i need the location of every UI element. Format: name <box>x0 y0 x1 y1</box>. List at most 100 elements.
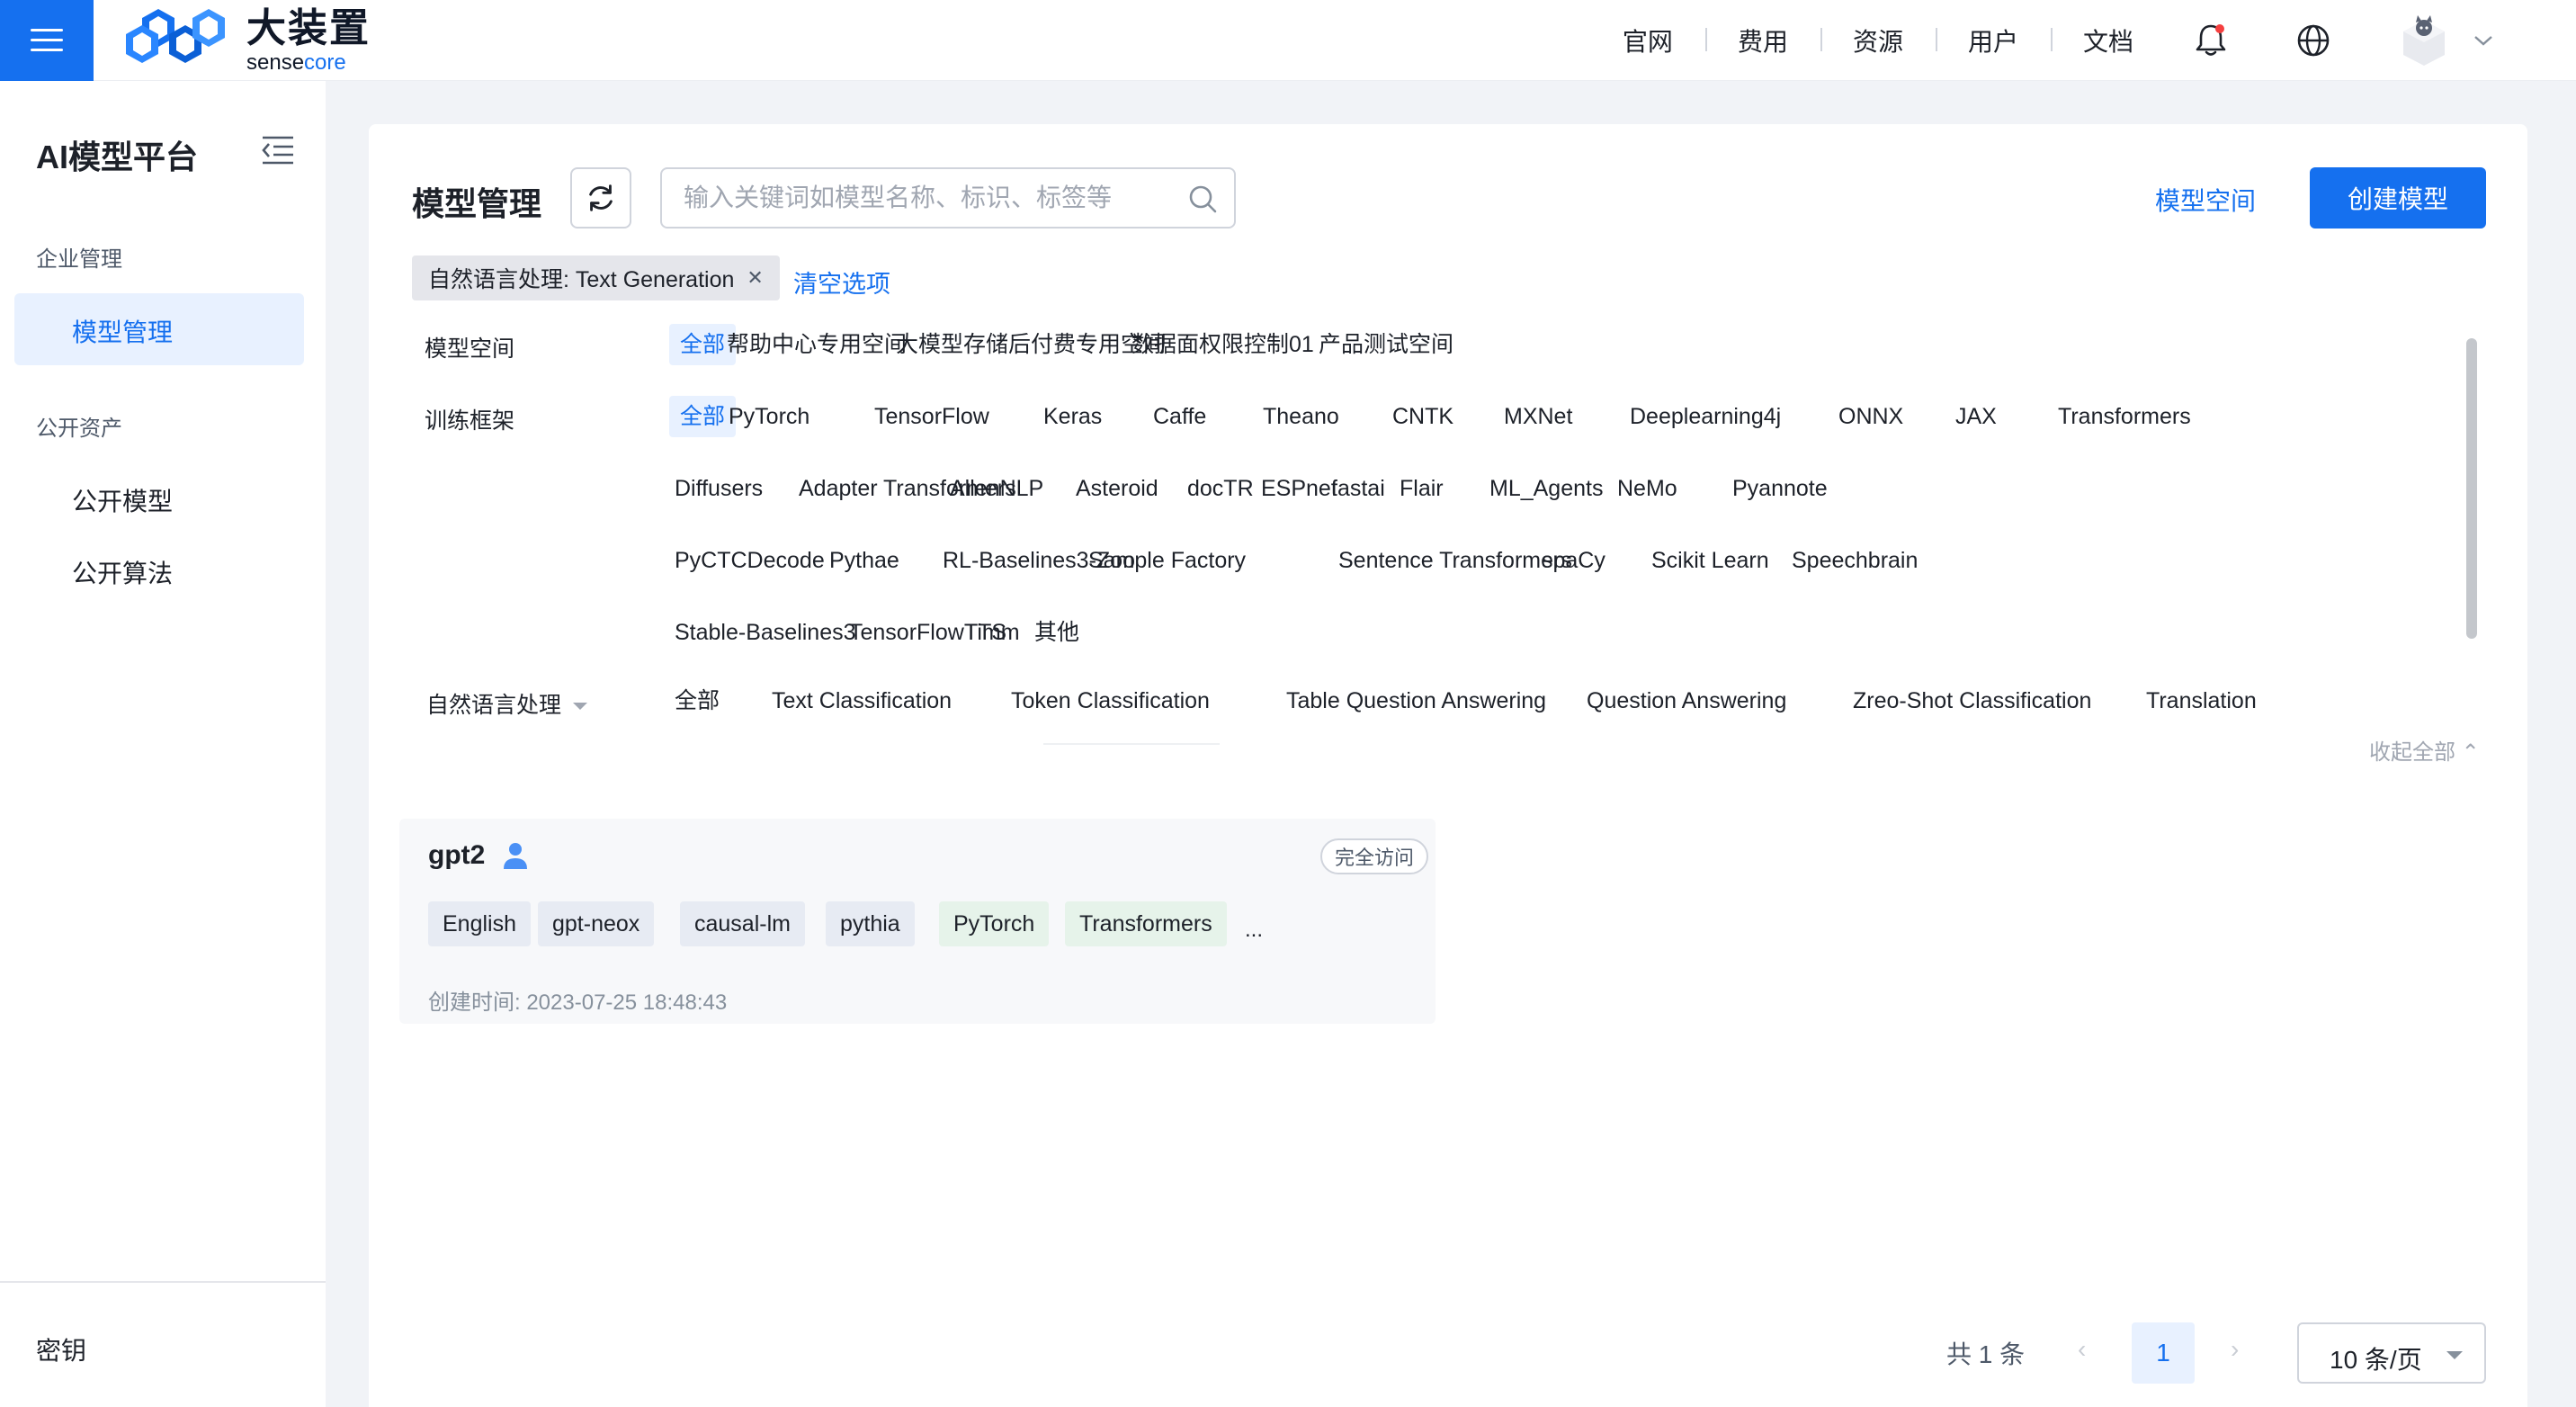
sidebar-item-label: 模型管理 <box>72 318 174 346</box>
sidebar-group-public: 公开资产 <box>36 417 122 441</box>
collapse-all-link[interactable]: 收起全部 ⌃ <box>2369 734 2480 766</box>
refresh-icon <box>589 184 613 211</box>
brand-name-en: sensecore <box>246 50 346 75</box>
model-tag: PyTorch <box>939 901 1050 946</box>
created-time: 创建时间: 2023-07-25 18:48:43 <box>428 990 728 1015</box>
filter-framework-all[interactable]: 全部 <box>669 396 737 437</box>
brand-name-cn: 大装置 <box>246 6 371 50</box>
nav-official-site[interactable]: 官网 <box>1590 22 1705 58</box>
model-tag: pythia <box>826 901 915 946</box>
pagination-prev-button[interactable]: ‹ <box>2078 1335 2086 1364</box>
filter-framework-item[interactable]: Diffusers <box>675 468 763 509</box>
main-panel: 模型管理 模型空间 创建模型 自然语言处理: Text Generation ✕… <box>369 124 2527 1407</box>
filter-space-item[interactable]: 产品测试空间 <box>1319 324 1453 365</box>
filter-framework-item[interactable]: Scikit Learn <box>1651 540 1769 581</box>
model-tag: English <box>428 901 531 946</box>
filter-label-nlp[interactable]: 自然语言处理 <box>426 687 587 720</box>
filter-nlp-item[interactable]: Question Answering <box>1587 680 1786 721</box>
filter-nlp-item[interactable]: Translation <box>2146 680 2257 721</box>
filter-framework-item[interactable]: Asteroid <box>1076 468 1158 509</box>
filter-nlp-item[interactable]: Zreo-Shot Classification <box>1853 680 2091 721</box>
sidebar-item-public-algorithms[interactable]: 公开算法 <box>72 554 173 590</box>
filter-framework-item[interactable]: fastai <box>1331 468 1385 509</box>
filter-framework-item[interactable]: Timm <box>964 612 1020 653</box>
filter-panel: 模型空间 全部 帮助中心专用空间 大模型存储后付费专用空间 数据面权限控制01 … <box>405 311 2486 747</box>
top-nav: 官网 费用 资源 用户 文档 <box>1590 0 2576 81</box>
filter-space-item[interactable]: 数据面权限控制01 <box>1131 324 1314 365</box>
top-bar: 大装置 sensecore 官网 费用 资源 用户 文档 <box>0 0 2576 81</box>
filter-framework-item[interactable]: PyTorch <box>729 396 809 437</box>
filter-scrollbar-thumb[interactable] <box>2466 338 2477 639</box>
filter-nlp-item[interactable]: Table Question Answering <box>1286 680 1546 721</box>
nav-docs[interactable]: 文档 <box>2050 22 2166 58</box>
pagination-total: 共 1 条 <box>1946 1340 2026 1368</box>
filter-framework-item[interactable]: Stable-Baselines3 <box>675 612 856 653</box>
create-model-button[interactable]: 创建模型 <box>2310 167 2486 229</box>
filter-framework-item[interactable]: Deeplearning4j <box>1630 396 1781 437</box>
filter-framework-item[interactable]: Caffe <box>1153 396 1206 437</box>
filter-space-item[interactable]: 帮助中心专用空间 <box>727 324 907 365</box>
search-icon[interactable] <box>1187 184 1218 214</box>
filter-framework-item[interactable]: JAX <box>1955 396 1997 437</box>
filter-nlp-all[interactable]: 全部 <box>675 680 720 721</box>
model-tag: causal-lm <box>680 901 805 946</box>
model-card[interactable]: gpt2 完全访问 English gpt-neox causal-lm pyt… <box>399 819 1436 1024</box>
collapse-sidebar-icon[interactable] <box>261 135 295 166</box>
pagination-next-button[interactable]: › <box>2231 1335 2239 1364</box>
filter-framework-item[interactable]: AllenNLP <box>950 468 1043 509</box>
page-size-select[interactable]: 10 条/页 <box>2297 1322 2486 1384</box>
clear-filters-link[interactable]: 清空选项 <box>793 264 890 300</box>
sidebar-item-keys[interactable]: 密钥 <box>36 1331 86 1367</box>
filter-framework-item[interactable]: Pyannote <box>1732 468 1828 509</box>
sidebar-item-model-management[interactable]: 模型管理 <box>14 293 304 365</box>
filter-framework-item[interactable]: NeMo <box>1617 468 1677 509</box>
model-tag: gpt-neox <box>538 901 655 946</box>
filter-framework-item[interactable]: Pythae <box>829 540 899 581</box>
filter-framework-item[interactable]: Flair <box>1400 468 1444 509</box>
filter-framework-item[interactable]: Keras <box>1043 396 1102 437</box>
search-input[interactable] <box>662 169 1166 227</box>
filter-framework-item[interactable]: ML_Agents <box>1489 468 1603 509</box>
model-space-link[interactable]: 模型空间 <box>2155 182 2256 218</box>
pagination-page-1[interactable]: 1 <box>2132 1322 2195 1384</box>
brand-logo[interactable]: 大装置 sensecore <box>122 5 371 77</box>
nav-users[interactable]: 用户 <box>1935 22 2051 58</box>
person-icon <box>504 843 527 869</box>
filter-nlp-item[interactable]: Token Classification <box>1011 680 1210 721</box>
nav-resources[interactable]: 资源 <box>1820 22 1936 58</box>
model-name[interactable]: gpt2 <box>428 840 485 871</box>
filter-space-item[interactable]: 大模型存储后付费专用空间 <box>896 324 1166 365</box>
page-title: 模型管理 <box>412 185 542 222</box>
filter-framework-item[interactable]: Speechbrain <box>1792 540 1918 581</box>
more-tags-indicator[interactable]: ... <box>1245 918 1263 943</box>
filter-framework-item[interactable]: ESPnet <box>1261 468 1337 509</box>
menu-button[interactable] <box>0 0 94 81</box>
filter-framework-item[interactable]: spaCy <box>1542 540 1606 581</box>
filter-framework-item[interactable]: CNTK <box>1392 396 1453 437</box>
refresh-button[interactable] <box>570 167 631 229</box>
sidebar-item-public-models[interactable]: 公开模型 <box>72 482 173 518</box>
sidebar-group-enterprise: 企业管理 <box>36 247 122 272</box>
filter-framework-item[interactable]: ONNX <box>1838 396 1903 437</box>
avatar[interactable] <box>2400 13 2448 67</box>
filter-space-all[interactable]: 全部 <box>669 324 737 365</box>
remove-filter-icon[interactable]: ✕ <box>747 266 763 290</box>
search-box <box>660 167 1236 229</box>
filter-nlp-item[interactable]: Text Classification <box>772 680 952 721</box>
filter-framework-item[interactable]: Sentence Transformers <box>1338 540 1572 581</box>
active-filter-chip: 自然语言处理: Text Generation ✕ <box>412 255 780 300</box>
sidebar-divider <box>0 1281 326 1283</box>
bell-icon[interactable] <box>2191 21 2231 60</box>
chevron-down-icon[interactable] <box>2473 34 2493 47</box>
filter-framework-item[interactable]: TensorFlow <box>874 396 989 437</box>
active-filter-label: 自然语言处理: Text Generation <box>428 267 735 292</box>
filter-framework-item[interactable]: PyCTCDecode <box>675 540 825 581</box>
filter-framework-item[interactable]: 其他 <box>1034 612 1079 653</box>
filter-framework-item[interactable]: Theano <box>1263 396 1339 437</box>
nav-billing[interactable]: 费用 <box>1704 22 1820 58</box>
filter-framework-item[interactable]: Transformers <box>2058 396 2191 437</box>
globe-icon[interactable] <box>2295 22 2331 58</box>
filter-framework-item[interactable]: docTR <box>1187 468 1254 509</box>
filter-framework-item[interactable]: Sample Factory <box>1088 540 1246 581</box>
filter-framework-item[interactable]: MXNet <box>1504 396 1572 437</box>
